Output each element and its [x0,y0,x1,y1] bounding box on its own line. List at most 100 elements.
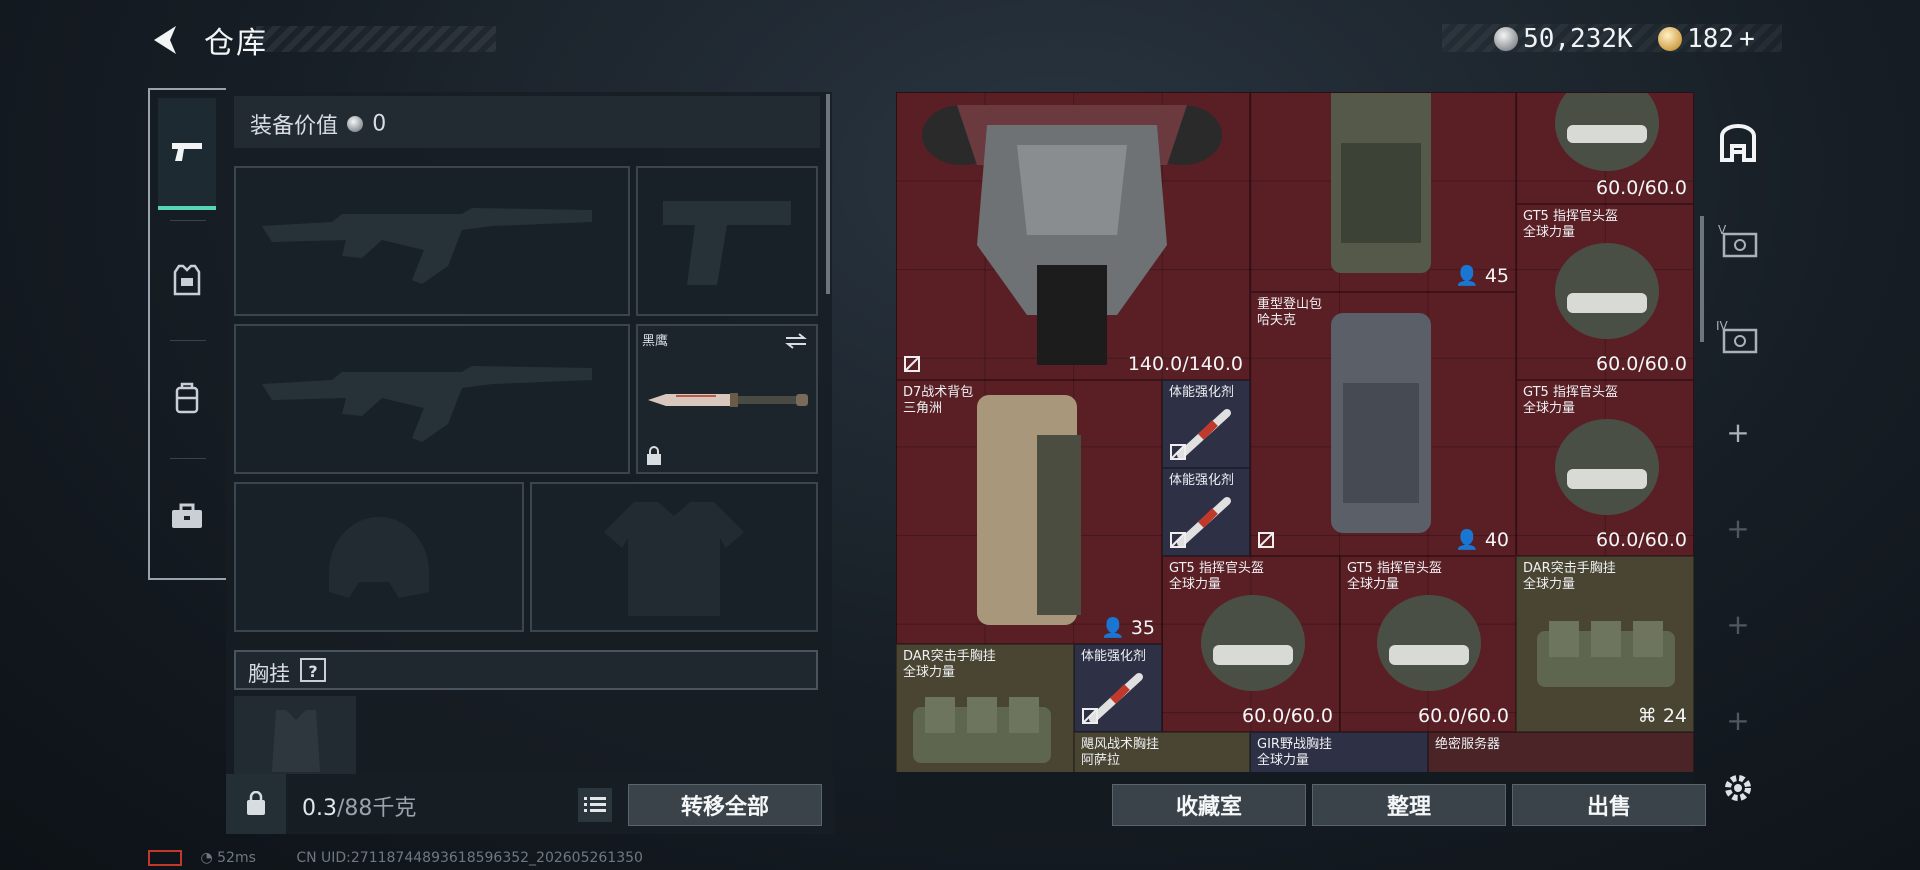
primary-weapon-slot[interactable] [234,166,630,316]
safe-iv-icon: IV [1716,319,1758,354]
gear-icon [1725,775,1751,801]
battery-icon [148,850,182,866]
uid-readout: CN UID:27118744893618596352_202605261350 [296,850,643,866]
equipment-value-label: 装备价值 [250,114,339,139]
storage-grid: 140.0/140.0 👤 45 60.0/60.0 GT5 指挥官头盔 全球力… [896,92,1694,772]
wifi-icon: ◔ [200,850,213,866]
backpack-image [1331,313,1431,533]
grid-item-server[interactable]: 绝密服务器 [1428,732,1694,772]
list-icon [584,797,606,812]
tab-armor[interactable] [158,226,216,334]
chest-rig-slot[interactable] [234,696,356,776]
armor-vest-image [922,105,1222,365]
chest-rig-image [913,697,1051,763]
chest-rig-header: 胸挂 ? [234,650,818,690]
settings-button[interactable] [1712,762,1764,814]
backpack-image [977,395,1081,625]
helmet-image [1555,419,1659,515]
briefcase-icon [172,503,202,528]
loadout-tabs [148,88,226,580]
add-storage-button[interactable]: + [1712,694,1764,746]
collection-room-button[interactable]: 收藏室 [1112,784,1306,826]
weight-max: /88千克 [337,796,417,821]
gold-coin-icon [1658,27,1682,51]
swap-icon[interactable] [784,332,808,350]
warehouse-icon [1720,124,1756,162]
grid-item-stim[interactable]: 体能强化剂 [1074,644,1162,732]
helmet-slot[interactable] [234,482,524,632]
silver-coin-icon [347,116,364,132]
knife-image [648,393,808,407]
item-count: 👤 40 [1455,529,1509,551]
add-storage-button[interactable]: + [1712,502,1764,554]
grid-item-backpack[interactable]: 👤 45 [1250,92,1516,292]
armor-vest-icon [173,264,201,296]
add-currency-button[interactable]: + [1739,24,1755,54]
silver-coin-icon [1494,27,1518,51]
item-count: ⌘ 24 [1637,705,1687,727]
rifle-silhouette-icon [262,208,592,284]
safe-v-icon: V [1718,223,1758,258]
transfer-all-button[interactable]: 转移全部 [628,784,822,826]
grid-item-helmet[interactable]: 60.0/60.0 [1516,92,1694,204]
grid-item-heavy-backpack[interactable]: 重型登山包 哈夫克 👤 40 [1250,292,1516,556]
item-count: 👤 35 [1101,617,1155,639]
helmet-image [1201,595,1305,691]
rifle-silhouette-icon [262,366,592,442]
sell-button[interactable]: 出售 [1512,784,1706,826]
grid-item-d7-backpack[interactable]: D7战术背包 三角洲 👤 35 [896,380,1162,644]
gold-currency: 182 + [1658,24,1755,54]
help-button[interactable]: ? [300,658,326,682]
weight-current: 0.3 [302,796,337,821]
list-view-button[interactable] [578,788,612,822]
body-armor-slot[interactable] [530,482,818,632]
secondary-weapon-slot[interactable] [636,166,818,316]
grid-item-helmet[interactable]: GT5 指挥官头盔 全球力量 60.0/60.0 [1516,204,1694,380]
weight-readout: 0.3/88千克 [302,790,416,822]
grid-item-chest-rig[interactable]: 飓风战术胸挂 阿萨拉 [1074,732,1250,772]
add-storage-button[interactable]: + [1712,598,1764,650]
secondary-primary-weapon-slot[interactable] [234,324,630,474]
no-insure-icon [1258,532,1274,548]
storage-tab-iv[interactable]: IV [1712,310,1764,362]
helmet-image [1555,93,1659,171]
ping-readout: 52ms [217,850,256,866]
weight-icon [247,791,265,815]
grid-item-chest-rig[interactable]: DAR突击手胸挂 全球力量 ⌘ 24 [1516,556,1694,732]
chest-rig-silhouette-icon [272,710,320,772]
item-count: 👤 45 [1455,265,1509,287]
equipment-value: 0 [372,111,387,137]
grid-item-helmet[interactable]: GT5 指挥官头盔 全球力量 60.0/60.0 [1340,556,1516,732]
equipment-scrollbar[interactable] [826,94,830,294]
tab-weapons[interactable] [158,98,216,210]
helmet-image [1555,243,1659,339]
storage-main-tab[interactable] [1712,118,1764,170]
grid-scrollbar[interactable] [1700,216,1704,342]
no-insure-icon [1170,532,1186,548]
grid-item-helmet[interactable]: GT5 指挥官头盔 全球力量 60.0/60.0 [1516,380,1694,556]
tab-case[interactable] [158,462,216,570]
silver-currency: 50,232K [1494,24,1633,54]
grid-item-stim[interactable]: 体能强化剂 [1162,380,1250,468]
pistol-icon [172,143,202,161]
grid-item-helmet[interactable]: GT5 指挥官头盔 全球力量 60.0/60.0 [1162,556,1340,732]
organize-button[interactable]: 整理 [1312,784,1506,826]
back-arrow-icon[interactable] [148,22,184,58]
chest-rig-image [1537,621,1675,687]
helmet-image [1377,595,1481,691]
melee-weapon-slot[interactable]: 黑鹰 [636,324,818,474]
grid-item-chest-rig[interactable]: DAR突击手胸挂 全球力量 [896,644,1074,772]
title-decoration [256,26,496,52]
tab-backpack[interactable] [158,344,216,452]
grid-item-armor[interactable]: 140.0/140.0 [896,92,1250,380]
helmet-silhouette-icon [329,517,429,598]
add-storage-button[interactable]: + [1712,406,1764,458]
grid-item-stim[interactable]: 体能强化剂 [1162,468,1250,556]
grid-item-chest-rig[interactable]: GIR野战胸挂 全球力量 [1250,732,1428,772]
capacity-lock-button[interactable] [226,774,286,834]
pistol-silhouette-icon [663,201,791,285]
backpack-icon [175,382,199,414]
no-insure-icon [904,356,920,372]
storage-tab-v[interactable]: V [1712,214,1764,266]
chest-rig-label: 胸挂 [248,662,290,686]
